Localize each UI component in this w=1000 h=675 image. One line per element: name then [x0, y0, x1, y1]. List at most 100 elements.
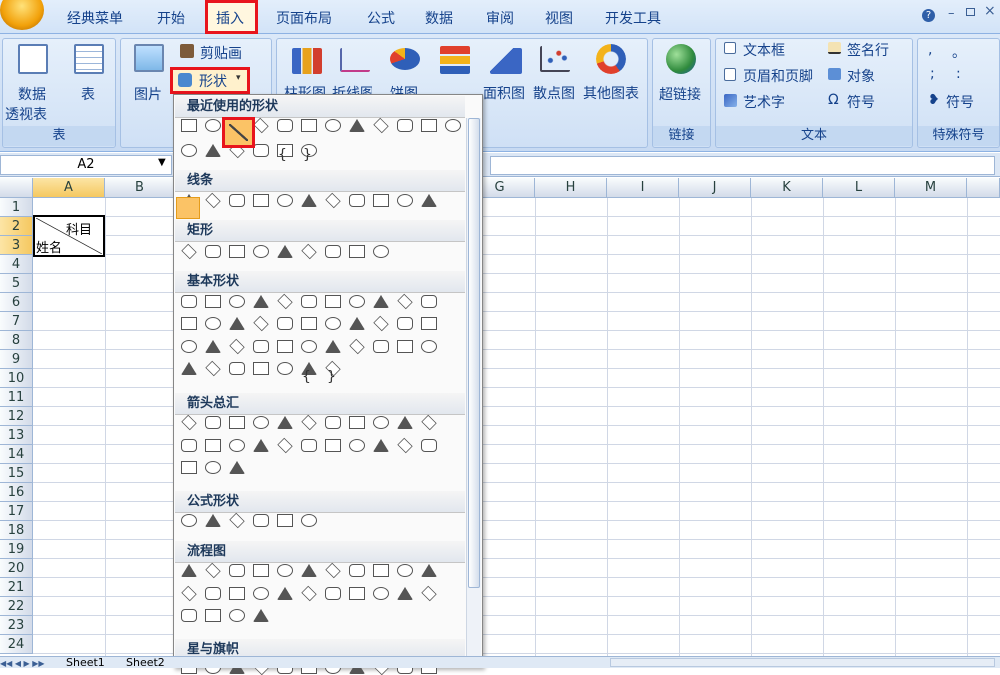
shape-option-icon[interactable]	[229, 295, 245, 308]
header-footer-label[interactable]: 页眉和页脚	[743, 66, 813, 86]
area-chart-label[interactable]: 面积图	[483, 83, 525, 103]
shape-option-icon[interactable]	[205, 514, 221, 527]
shape-option-icon[interactable]	[181, 514, 197, 527]
shape-option-icon[interactable]	[349, 587, 365, 600]
shape-option-icon[interactable]	[205, 609, 221, 622]
shape-option-icon[interactable]	[181, 439, 197, 452]
gallery-scrollbar[interactable]	[466, 118, 481, 668]
shape-option-icon[interactable]	[421, 340, 437, 353]
tab-view[interactable]: 视图	[545, 8, 573, 28]
shape-option-icon[interactable]	[253, 609, 269, 622]
shape-option-icon[interactable]	[277, 119, 293, 132]
shape-option-icon[interactable]	[229, 512, 245, 529]
shape-option-icon[interactable]	[397, 317, 413, 330]
row-header[interactable]: 8	[0, 331, 33, 350]
row-header[interactable]: 4	[0, 255, 33, 274]
shape-option-icon[interactable]	[277, 293, 293, 310]
table-icon[interactable]	[74, 44, 104, 74]
lines-selected-icon[interactable]	[176, 197, 200, 219]
clipart-label[interactable]: 剪贴画	[200, 43, 242, 63]
basic-brace-open[interactable]: {	[302, 369, 311, 385]
recent-brace-close[interactable]: }	[303, 147, 312, 163]
row-header[interactable]: 21	[0, 578, 33, 597]
shape-option-icon[interactable]	[301, 295, 317, 308]
shape-option-icon[interactable]	[277, 340, 293, 353]
shape-option-icon[interactable]	[253, 144, 269, 157]
gallery-scroll-thumb[interactable]	[468, 118, 480, 588]
shape-option-icon[interactable]	[373, 245, 389, 258]
shape-option-icon[interactable]	[181, 564, 197, 577]
shape-option-icon[interactable]	[181, 362, 197, 375]
wordart-label[interactable]: 艺术字	[743, 92, 785, 112]
shape-option-icon[interactable]	[349, 317, 365, 330]
shape-option-icon[interactable]	[277, 317, 293, 330]
shape-option-icon[interactable]	[325, 562, 341, 579]
pie-chart-icon[interactable]	[390, 48, 420, 70]
shape-option-icon[interactable]	[421, 414, 437, 431]
shape-option-icon[interactable]	[253, 245, 269, 258]
shape-option-icon[interactable]	[253, 514, 269, 527]
shape-option-icon[interactable]	[397, 340, 413, 353]
shape-option-icon[interactable]	[205, 461, 221, 474]
hyperlink-label[interactable]: 超链接	[659, 84, 701, 104]
col-header-n[interactable]	[967, 178, 1000, 198]
shape-option-icon[interactable]	[349, 119, 365, 132]
shape-option-icon[interactable]	[397, 194, 413, 207]
tab-data[interactable]: 数据	[425, 8, 453, 28]
shape-option-icon[interactable]	[301, 243, 317, 260]
shapes-label[interactable]: 形状	[199, 71, 227, 91]
shape-option-icon[interactable]	[229, 564, 245, 577]
hyperlink-icon[interactable]	[666, 44, 696, 74]
object-label[interactable]: 对象	[847, 66, 875, 86]
omega-icon[interactable]: Ω	[828, 92, 839, 108]
help-icon[interactable]: ?	[922, 9, 935, 22]
shape-option-icon[interactable]	[229, 439, 245, 452]
shape-option-icon[interactable]	[277, 362, 293, 375]
shape-option-icon[interactable]	[373, 295, 389, 308]
row-header[interactable]: 3	[0, 236, 33, 255]
shape-option-icon[interactable]	[229, 245, 245, 258]
col-header-k[interactable]: K	[751, 178, 823, 198]
shape-option-icon[interactable]	[253, 587, 269, 600]
shape-option-icon[interactable]	[421, 194, 437, 207]
col-header-a[interactable]: A	[33, 178, 105, 198]
shape-option-icon[interactable]	[421, 564, 437, 577]
special-char-colon[interactable]: :	[956, 66, 961, 82]
column-chart-icon[interactable]	[292, 48, 322, 74]
shape-option-icon[interactable]	[397, 293, 413, 310]
tab-classic-menu[interactable]: 经典菜单	[67, 8, 123, 28]
shape-option-icon[interactable]	[325, 587, 341, 600]
shape-option-icon[interactable]	[277, 416, 293, 429]
row-header[interactable]: 2	[0, 217, 33, 236]
line-chart-icon[interactable]	[340, 48, 370, 72]
sheet-tab-1[interactable]: Sheet1	[66, 656, 105, 669]
shape-option-icon[interactable]	[205, 360, 221, 377]
bar-chart-icon[interactable]	[440, 46, 470, 74]
tab-formulas[interactable]: 公式	[367, 8, 395, 28]
shape-option-icon[interactable]	[349, 295, 365, 308]
tab-developer[interactable]: 开发工具	[605, 8, 661, 28]
shape-option-icon[interactable]	[373, 564, 389, 577]
shape-option-icon[interactable]	[349, 564, 365, 577]
textbox-icon[interactable]	[724, 42, 736, 54]
shape-option-icon[interactable]	[349, 245, 365, 258]
shape-option-icon[interactable]	[205, 317, 221, 330]
tab-review[interactable]: 审阅	[486, 8, 514, 28]
shape-option-icon[interactable]	[301, 340, 317, 353]
symbol-label[interactable]: 符号	[847, 92, 875, 112]
special-char-comma[interactable]: ,	[928, 42, 932, 58]
col-header-j[interactable]: J	[679, 178, 751, 198]
picture-icon[interactable]	[134, 44, 164, 72]
shape-option-icon[interactable]	[205, 340, 221, 353]
col-header-l[interactable]: L	[823, 178, 895, 198]
wordart-icon[interactable]	[724, 94, 737, 107]
shape-option-icon[interactable]	[421, 439, 437, 452]
shape-option-icon[interactable]	[301, 414, 317, 431]
shape-option-icon[interactable]	[277, 564, 293, 577]
shape-option-icon[interactable]	[301, 564, 317, 577]
tab-page-layout[interactable]: 页面布局	[276, 8, 332, 28]
row-header[interactable]: 16	[0, 483, 33, 502]
shape-option-icon[interactable]	[205, 119, 221, 132]
shape-option-icon[interactable]	[301, 194, 317, 207]
formula-input[interactable]	[490, 156, 995, 175]
